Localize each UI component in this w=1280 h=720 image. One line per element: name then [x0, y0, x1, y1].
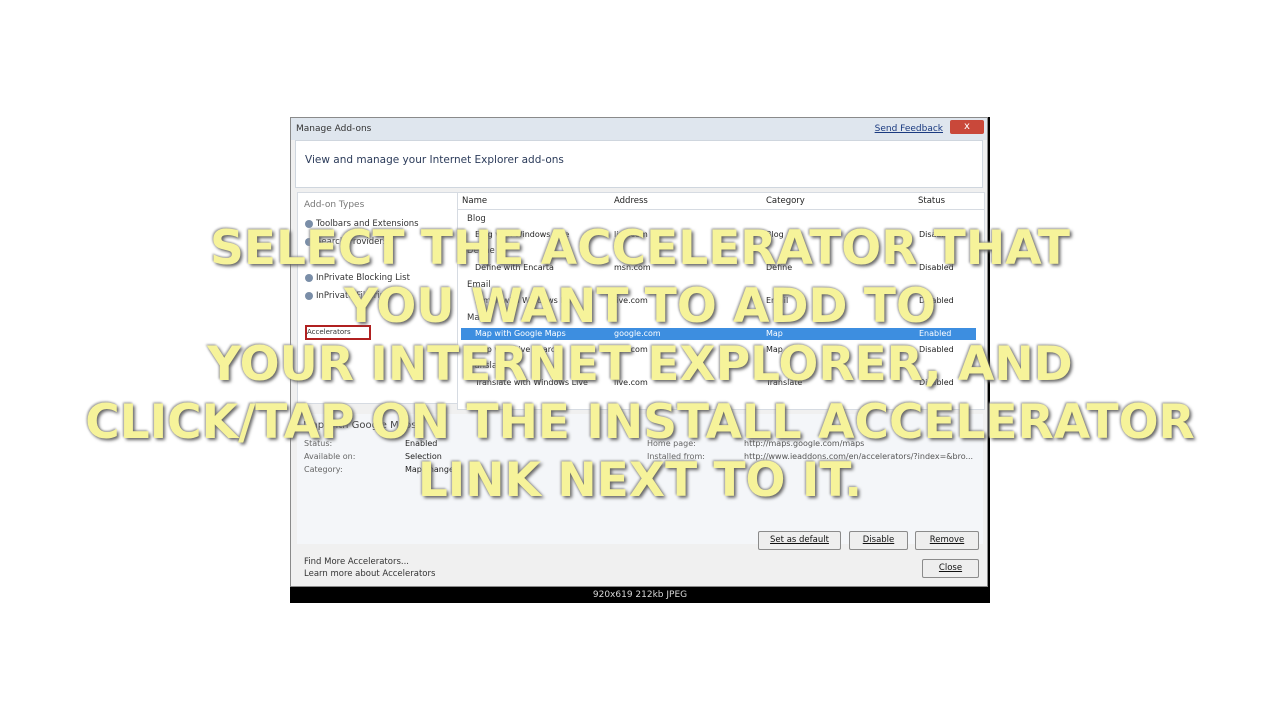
caption-line: CLICK/TAP ON THE INSTALL ACCELERATOR — [85, 395, 1195, 450]
send-feedback-link[interactable]: Send Feedback — [875, 124, 943, 134]
dialog-header: View and manage your Internet Explorer a… — [295, 140, 983, 188]
column-headers: Name Address Category Status — [458, 193, 984, 210]
disable-button[interactable]: Disable — [849, 531, 908, 550]
title-bar: Manage Add-ons Send Feedback x — [291, 118, 987, 140]
remove-button[interactable]: Remove — [915, 531, 979, 550]
set-as-default-button[interactable]: Set as default — [758, 531, 841, 550]
caption-line: LINK NEXT TO IT. — [417, 453, 863, 508]
caption-line: YOU WANT TO ADD TO — [344, 279, 936, 334]
caption-line: YOUR INTERNET EXPLORER, AND — [207, 337, 1073, 392]
column-address[interactable]: Address — [614, 196, 648, 206]
learn-more-accelerators-link[interactable]: Learn more about Accelerators — [304, 569, 435, 579]
caption-line: SELECT THE ACCELERATOR THAT — [210, 221, 1070, 276]
column-name[interactable]: Name — [462, 196, 487, 206]
image-status-bar: 920x619 212kb JPEG — [592, 590, 688, 600]
column-category[interactable]: Category — [766, 196, 805, 206]
window-title: Manage Add-ons — [296, 124, 372, 134]
find-more-accelerators-link[interactable]: Find More Accelerators... — [304, 557, 409, 567]
close-button[interactable]: Close — [922, 559, 979, 578]
header-text: View and manage your Internet Explorer a… — [305, 154, 564, 166]
instruction-caption: SELECT THE ACCELERATOR THAT YOU WANT TO … — [0, 220, 1280, 510]
column-status[interactable]: Status — [918, 196, 945, 206]
close-window-button[interactable]: x — [950, 120, 984, 134]
addon-types-header: Add-on Types — [304, 200, 365, 210]
